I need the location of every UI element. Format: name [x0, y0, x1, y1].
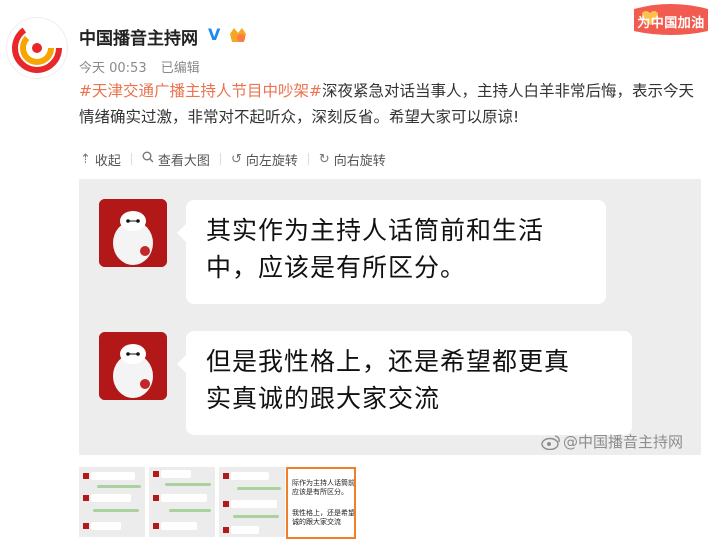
post-time[interactable]: 今天 00:53	[79, 61, 147, 76]
thumbnail-active[interactable]: 际作为主持人话筒前和 应该是有所区分。 我性格上，还是希望 诚的跟大家交流	[286, 467, 356, 539]
arrow-up-icon: ⇡	[80, 151, 91, 167]
post-image[interactable]: 其实作为主持人话筒前和生活 中，应该是有所区分。 但是我性格上，还是希望都更真 …	[79, 179, 701, 455]
view-large-button[interactable]: 查看大图	[142, 150, 210, 169]
thumbnail-text: 际作为主持人话筒前和	[292, 479, 356, 487]
bubble-line: 但是我性格上，还是希望都更真	[206, 347, 571, 376]
weibo-icon	[541, 434, 560, 450]
rotate-right-label: 向右旋转	[333, 153, 386, 169]
image-watermark: @中国播音主持网	[541, 431, 683, 452]
account-name[interactable]: 中国播音主持网	[79, 24, 198, 49]
thumbnail-text: 诚的跟大家交流	[292, 518, 341, 526]
rotate-left-button[interactable]: ↺ 向左旋转	[231, 150, 298, 169]
chat-bubble: 其实作为主持人话筒前和生活 中，应该是有所区分。	[177, 200, 606, 304]
toolbar-divider	[219, 153, 221, 165]
image-toolbar: ⇡ 收起 查看大图 ↺ 向左旋转 ↻ 向右旋转	[80, 148, 386, 170]
banner-text: 为中国加油	[637, 16, 705, 31]
campaign-banner[interactable]: 为中国加油	[628, 3, 714, 37]
thumbnail[interactable]	[79, 467, 145, 537]
chat-avatar	[99, 332, 167, 400]
post-text: #天津交通广播主持人节目中吵架#深夜紧急对话当事人，主持人白羊非常后悔，表示今天…	[79, 78, 699, 130]
bubble-line: 中，应该是有所区分。	[206, 253, 467, 282]
baymax-icon	[99, 332, 167, 400]
watermark-text: @中国播音主持网	[563, 433, 684, 451]
rotate-right-icon: ↻	[318, 151, 330, 167]
rotate-left-label: 向左旋转	[245, 153, 298, 169]
rotate-left-icon: ↺	[230, 151, 242, 167]
thumbnail-text: 我性格上，还是希望	[292, 509, 355, 517]
rotate-right-button[interactable]: ↻ 向右旋转	[319, 150, 386, 169]
collapse-button[interactable]: ⇡ 收起	[80, 150, 121, 169]
post-meta: 今天 00:53 已编辑	[79, 57, 210, 76]
hashtag-link[interactable]: #天津交通广播主持人节目中吵架#	[79, 82, 322, 100]
thumbnail[interactable]	[149, 467, 215, 537]
chat-bubble: 但是我性格上，还是希望都更真 实真诚的跟大家交流	[177, 331, 632, 435]
chat-avatar	[99, 199, 167, 267]
view-large-label: 查看大图	[157, 153, 210, 169]
account-avatar[interactable]	[6, 17, 68, 79]
level-badge-icon	[228, 26, 248, 44]
verified-icon: V	[208, 25, 221, 44]
toolbar-divider	[307, 153, 309, 165]
toolbar-divider	[130, 153, 132, 165]
search-icon	[142, 151, 154, 167]
logo-icon	[8, 19, 66, 77]
thumbnail[interactable]	[219, 467, 285, 537]
baymax-icon	[99, 199, 167, 267]
thumbnail-text: 应该是有所区分。	[292, 488, 348, 496]
bubble-line: 其实作为主持人话筒前和生活	[206, 216, 545, 245]
collapse-label: 收起	[94, 153, 121, 169]
bubble-line: 实真诚的跟大家交流	[206, 384, 441, 413]
edited-label: 已编辑	[160, 61, 200, 76]
